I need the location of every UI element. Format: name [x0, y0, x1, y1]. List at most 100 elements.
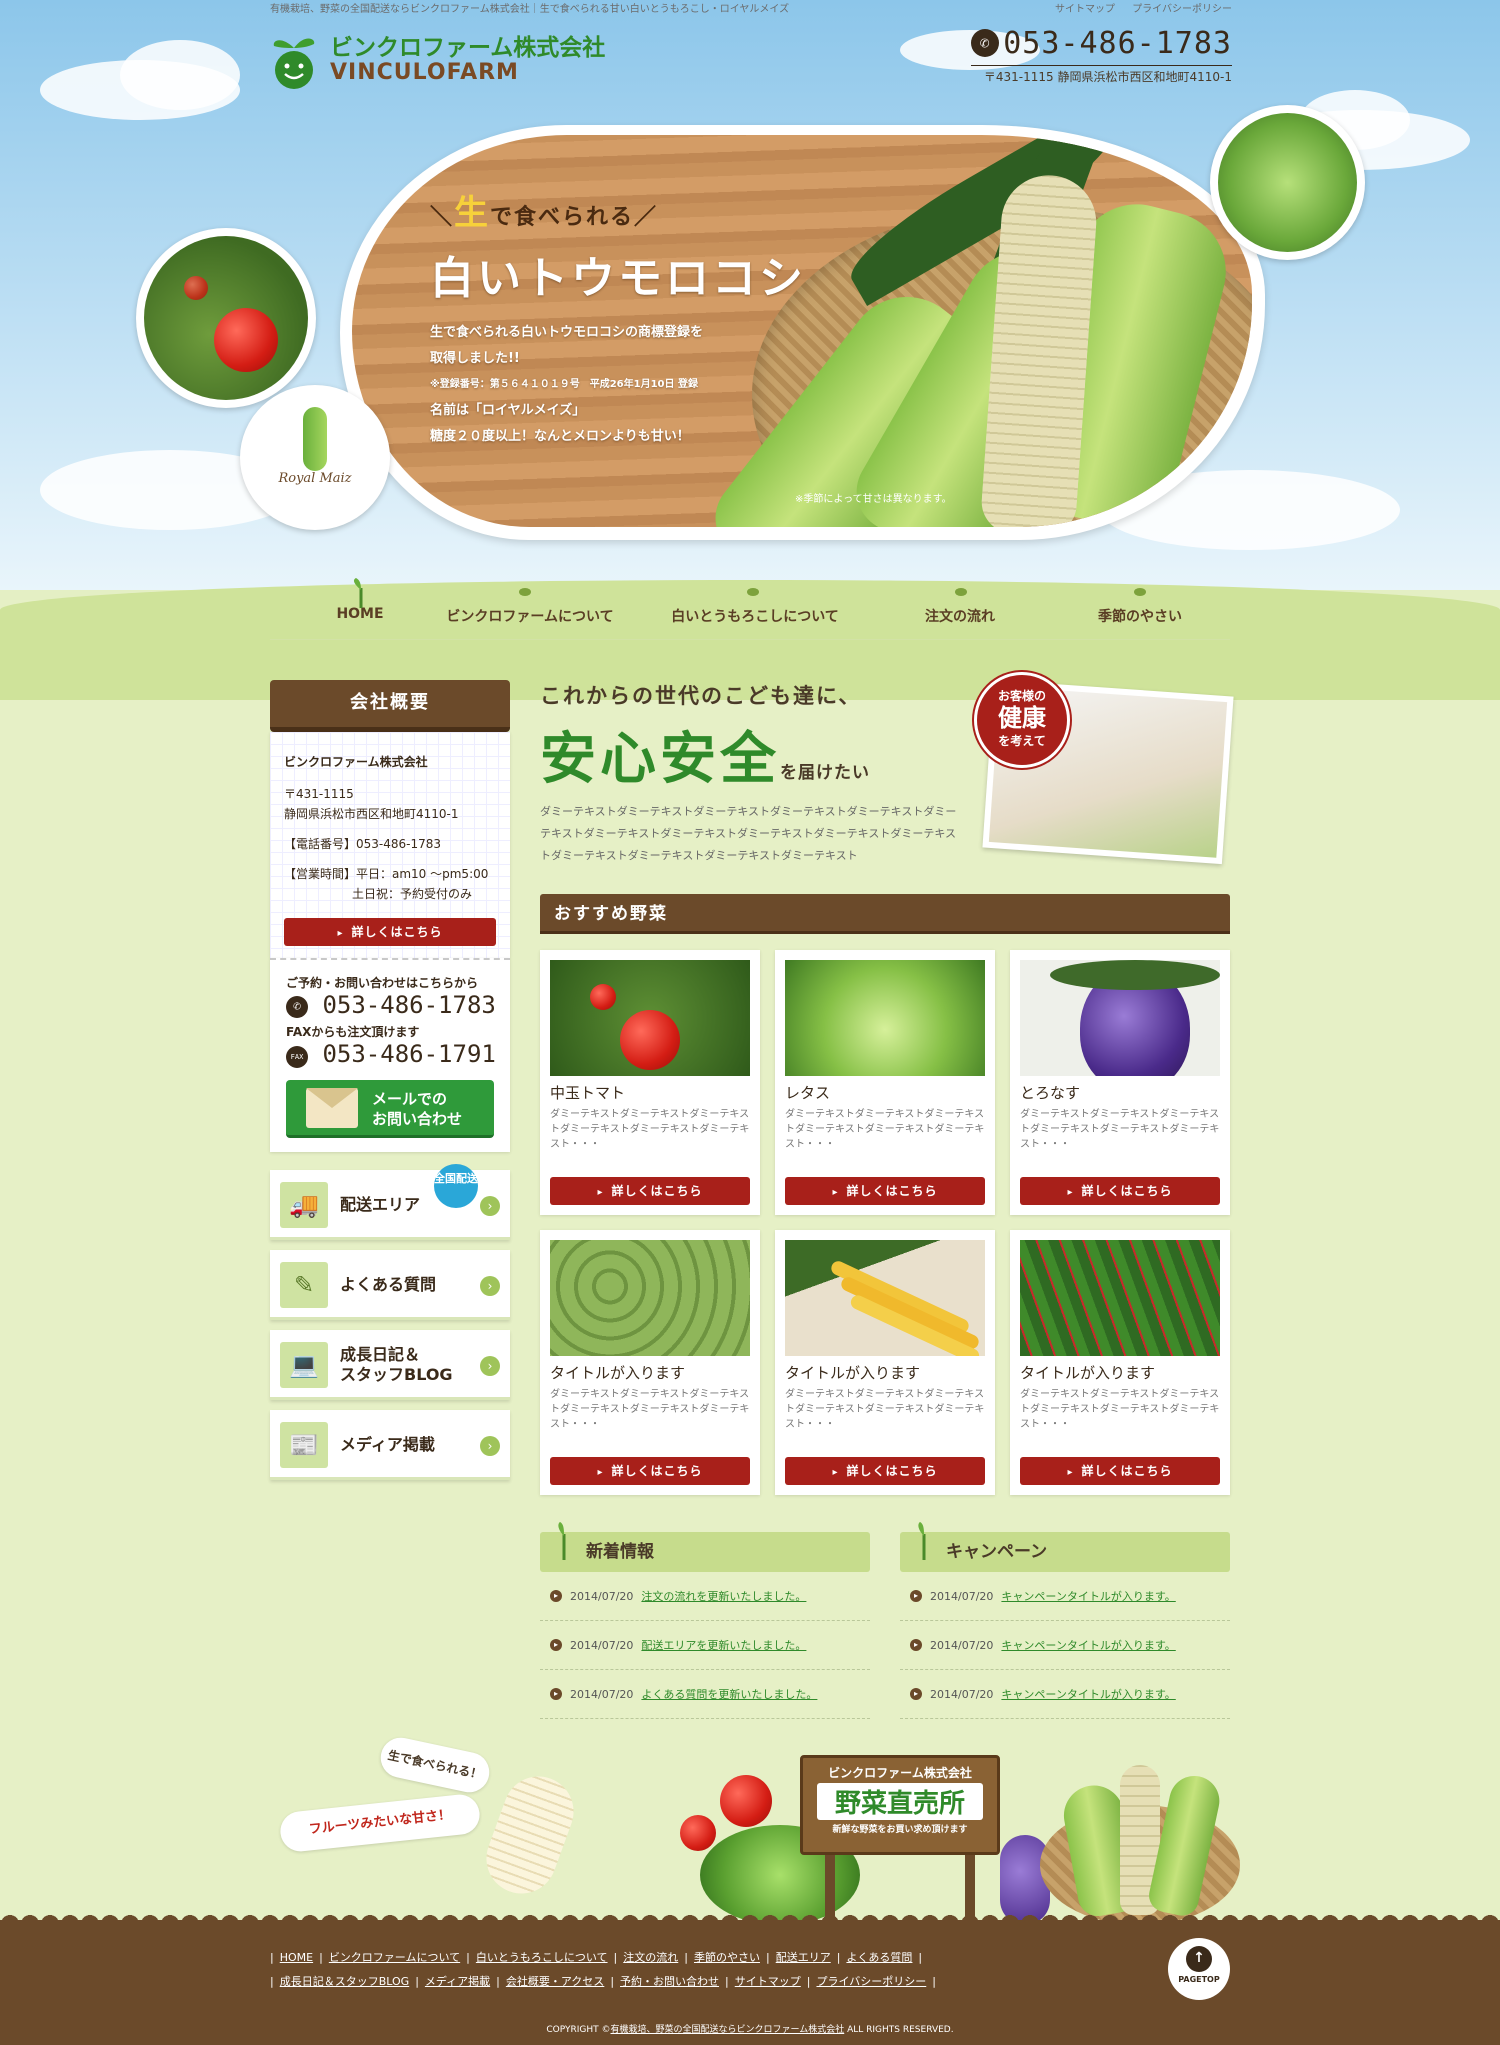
vegetable-card[interactable]: タイトルが入ります ダミーテキストダミーテキストダミーテキストダミーテキストダミ… — [540, 1230, 760, 1495]
nav-order-flow[interactable]: 注文の流れ — [890, 606, 1030, 626]
footer-link[interactable]: HOME — [280, 1951, 313, 1964]
nav-seasonal[interactable]: 季節のやさい — [1070, 606, 1210, 626]
contact-phone[interactable]: 053-486-1783 — [322, 991, 495, 1019]
arrow-right-icon: › — [480, 1276, 500, 1296]
footer-link[interactable]: 季節のやさい — [694, 1951, 760, 1964]
separator: | — [932, 1975, 936, 1988]
card-desc: ダミーテキストダミーテキストダミーテキストダミーテキストダミーテキストダミーテキ… — [550, 1389, 750, 1430]
news-link[interactable]: よくある質問を更新いたしました。 — [641, 1686, 817, 1702]
campaign-section: キャンペーン ▸ 2014/07/20 キャンペーンタイトルが入ります。 ▸ 2014… — [900, 1522, 1230, 1719]
phone-icon: ✆ — [286, 996, 308, 1018]
footer-link[interactable]: 配送エリア — [776, 1951, 831, 1964]
truck-icon: 🚚 — [280, 1182, 328, 1228]
nav-white-corn[interactable]: 白いとうもろこしについて — [650, 606, 860, 626]
hero-headline: 白いトウモロコシ — [430, 253, 806, 304]
top-link-sitemap[interactable]: サイトマップ — [1055, 4, 1115, 15]
campaign-link[interactable]: キャンペーンタイトルが入ります。 — [1001, 1686, 1175, 1702]
vegetable-card[interactable]: とろなす ダミーテキストダミーテキストダミーテキストダミーテキストダミーテキスト… — [1010, 950, 1230, 1215]
separator: | — [765, 1951, 770, 1964]
bullet-arrow-icon: ▸ — [550, 1639, 562, 1651]
header-phone-number[interactable]: 053-486-1783 — [1003, 26, 1232, 61]
fax-icon: FAX — [286, 1046, 308, 1068]
campaign-link[interactable]: キャンペーンタイトルが入ります。 — [1001, 1588, 1175, 1604]
campaign-link[interactable]: キャンペーンタイトルが入ります。 — [1001, 1637, 1175, 1653]
card-detail-button[interactable]: 詳しくはこちら — [1020, 1457, 1220, 1485]
card-detail-button[interactable]: 詳しくはこちら — [550, 1177, 750, 1205]
pagetop-button[interactable]: ↑ PAGETOP — [1168, 1938, 1230, 2000]
footer-link[interactable]: よくある質問 — [846, 1951, 912, 1964]
copyright-link[interactable]: 有機栽培、野菜の全国配送ならビンクロファーム株式会社 — [611, 2025, 845, 2035]
footer-link[interactable]: 予約・お問い合わせ — [620, 1975, 719, 1988]
farm-stand-banner[interactable]: 生で食べられる！ フルーツみたいな甘さ！ ビンクロファーム株式会社 野菜直売所 … — [278, 1734, 1240, 1925]
card-detail-button[interactable]: 詳しくはこちら — [550, 1457, 750, 1485]
card-title: タイトルが入ります — [550, 1364, 686, 1382]
chard-image — [1020, 1240, 1220, 1356]
card-detail-button[interactable]: 詳しくはこちら — [1020, 1177, 1220, 1205]
sidebar-link-media[interactable]: 📰 メディア掲載 › — [270, 1410, 510, 1480]
carrot-image — [785, 1240, 985, 1356]
footer-link[interactable]: メディア掲載 — [425, 1975, 490, 1988]
vegetable-card[interactable]: 中玉トマト ダミーテキストダミーテキストダミーテキストダミーテキストダミーテキス… — [540, 950, 760, 1215]
footer-link[interactable]: 会社概要・アクセス — [506, 1975, 604, 1988]
intro-text: ダミーテキストダミーテキストダミーテキストダミーテキストダミーテキストダミーテキ… — [540, 805, 957, 862]
card-title: タイトルが入ります — [1020, 1364, 1156, 1382]
nav-home[interactable]: HOME — [318, 578, 402, 622]
separator: | — [613, 1951, 618, 1964]
separator: | — [918, 1951, 923, 1964]
nav-dot — [747, 588, 759, 596]
sidebar-link-delivery-area[interactable]: 🚚 配送エリア 全国配送 › — [270, 1164, 510, 1240]
company-detail-button[interactable]: 詳しくはこちら — [284, 918, 496, 946]
news-item: ▸ 2014/07/20 よくある質問を更新いたしました。 — [540, 1670, 870, 1719]
phone-icon: ✆ — [971, 29, 1000, 57]
card-detail-button[interactable]: 詳しくはこちら — [785, 1457, 985, 1485]
footer-link[interactable]: ビンクロファームについて — [329, 1951, 460, 1964]
hero-copy: ＼生で食べられる／ 白いトウモロコシ 生で食べられる白いトウモロコシの商標登録を… — [430, 185, 806, 450]
fax-label: FAXからも注文頂けます — [286, 1025, 420, 1039]
eggplant-image — [1020, 960, 1220, 1076]
envelope-icon — [306, 1088, 358, 1128]
separator: | — [806, 1975, 811, 1988]
separator: | — [270, 1975, 274, 1988]
company-tel: 【電話番号】053-486-1783 — [284, 837, 442, 851]
news-link[interactable]: 配送エリアを更新いたしました。 — [641, 1637, 806, 1653]
header-address: 〒431-1115 静岡県浜松市西区和地町4110-1 — [971, 65, 1232, 85]
vegetable-card[interactable]: タイトルが入ります ダミーテキストダミーテキストダミーテキストダミーテキストダミ… — [1010, 1230, 1230, 1495]
main-nav: HOME ビンクロファームについて 白いとうもろこしについて 注文の流れ 季節の… — [270, 578, 1230, 640]
footer-link[interactable]: 成長日記＆スタッフBLOG — [280, 1975, 409, 1988]
sprout-icon — [918, 1522, 926, 1560]
footer-link[interactable]: 白いとうもろこしについて — [476, 1951, 608, 1964]
news-heading: 新着情報 — [540, 1522, 870, 1572]
sidebar-link-faq[interactable]: ✎ よくある質問 › — [270, 1250, 510, 1320]
footer-link[interactable]: サイトマップ — [735, 1975, 801, 1988]
sprout-icon — [353, 578, 363, 608]
nav-about[interactable]: ビンクロファームについて — [430, 606, 630, 626]
site-logo[interactable]: ビンクロファーム株式会社 VINCULOFARM — [268, 20, 668, 100]
contact-box: ご予約・お問い合わせはこちらから ✆ 053-486-1783 FAXからも注文… — [270, 958, 510, 1152]
vegetable-card[interactable]: レタス ダミーテキストダミーテキストダミーテキストダミーテキストダミーテキストダ… — [775, 950, 995, 1215]
bullet-arrow-icon: ▸ — [550, 1688, 562, 1700]
lettuce-photo-circle — [1210, 105, 1365, 260]
company-weekend: 土日祝：予約受付のみ — [352, 887, 473, 901]
hero-note: ※季節によって甘さは異なります。 — [795, 494, 952, 505]
laptop-icon: 💻 — [280, 1342, 328, 1388]
campaign-item: ▸ 2014/07/20 キャンペーンタイトルが入ります。 — [900, 1670, 1230, 1719]
company-zip: 〒431-1115 — [284, 787, 354, 801]
card-title: タイトルが入ります — [785, 1364, 921, 1382]
nav-dot — [519, 588, 531, 596]
mail-contact-button[interactable]: メールでの お問い合わせ — [286, 1080, 494, 1138]
hero-banner: ＼生で食べられる／ 白いトウモロコシ 生で食べられる白いトウモロコシの商標登録を… — [330, 115, 1270, 545]
site-tagline: 有機栽培、野菜の全国配送ならビンクロファーム株式会社｜生で食べられる甘い白いとう… — [270, 4, 790, 15]
sidebar-link-blog[interactable]: 💻 成長日記＆ スタッフBLOG › — [270, 1330, 510, 1400]
footer-link[interactable]: プライバシーポリシー — [816, 1975, 926, 1988]
separator: | — [836, 1951, 841, 1964]
top-link-privacy[interactable]: プライバシーポリシー — [1132, 4, 1232, 15]
arrow-right-icon: › — [480, 1196, 500, 1216]
footer-links: | HOME | ビンクロファームについて | 白いとうもろこしについて | 注文の流れ | 季節… — [270, 1946, 970, 1994]
arrow-up-icon: ↑ — [1186, 1946, 1212, 1972]
card-detail-button[interactable]: 詳しくはこちら — [785, 1177, 985, 1205]
footer-link[interactable]: 注文の流れ — [623, 1951, 678, 1964]
bullet-arrow-icon: ▸ — [550, 1590, 562, 1602]
vegetable-card[interactable]: タイトルが入ります ダミーテキストダミーテキストダミーテキストダミーテキストダミ… — [775, 1230, 995, 1495]
nationwide-badge: 全国配送 — [434, 1164, 478, 1208]
news-link[interactable]: 注文の流れを更新いたしました。 — [641, 1588, 806, 1604]
